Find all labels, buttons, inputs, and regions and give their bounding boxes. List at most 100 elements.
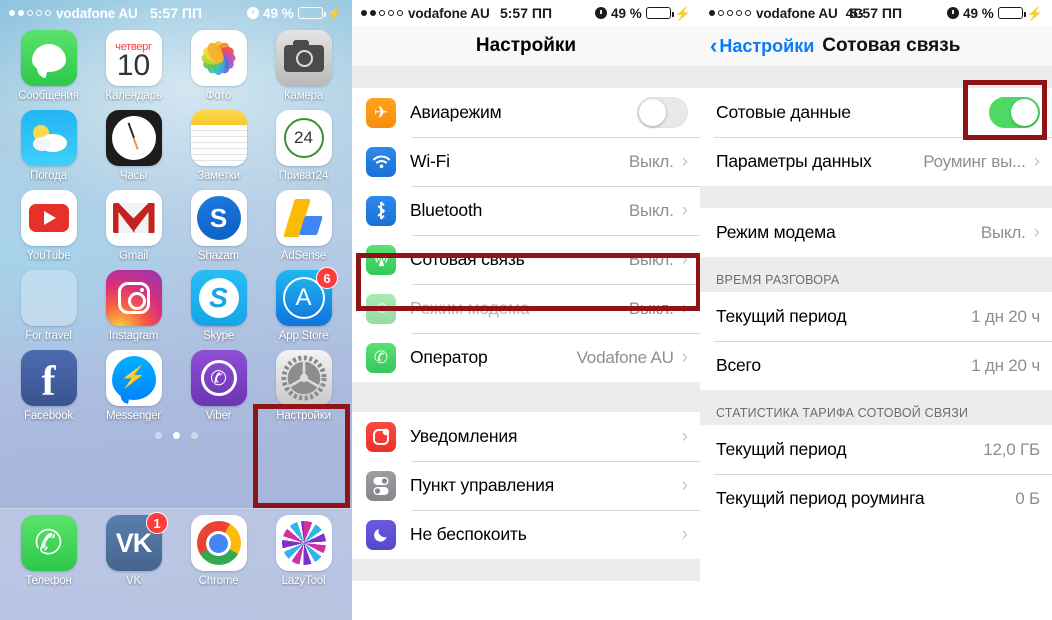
- app-label: Messenger: [105, 410, 162, 422]
- row-label: Оператор: [410, 347, 488, 367]
- app-settings[interactable]: Настройки: [261, 350, 346, 430]
- app-label: Часы: [119, 170, 148, 182]
- settings-row-notifications[interactable]: Уведомления ›: [352, 412, 700, 461]
- chevron-right-icon: ›: [681, 475, 688, 496]
- airplane-mode-toggle[interactable]: [637, 97, 688, 128]
- app-label: Настройки: [276, 410, 331, 422]
- chrome-icon: [190, 515, 247, 571]
- wifi-icon: [366, 146, 396, 177]
- cellular-group-call-time: Текущий период 1 дн 20 ч Всего 1 дн 20 ч: [700, 292, 1052, 390]
- calendar-day: 10: [116, 48, 151, 82]
- app-label: For travel: [25, 330, 72, 342]
- app-skype[interactable]: S Skype: [176, 270, 261, 350]
- app-phone[interactable]: ✆ Телефон: [6, 515, 91, 595]
- app-adsense[interactable]: AdSense: [261, 190, 346, 270]
- app-youtube[interactable]: YouTube: [6, 190, 91, 270]
- app-clock[interactable]: Часы: [91, 110, 176, 190]
- alarm-icon: [247, 7, 260, 19]
- settings-row-control-center[interactable]: Пункт управления ›: [352, 461, 700, 510]
- cellular-row-personal-hotspot[interactable]: Режим модема Выкл. ›: [700, 208, 1052, 257]
- app-vk[interactable]: 1 VK VK: [91, 512, 176, 595]
- app-gmail[interactable]: Gmail: [91, 190, 176, 270]
- settings-row-wifi[interactable]: Wi-Fi Выкл. ›: [352, 137, 700, 186]
- section-header-call-time: ВРЕМЯ РАЗГОВОРА: [700, 257, 1052, 292]
- app-label: Skype: [203, 330, 234, 342]
- badge-count: 6: [316, 267, 338, 289]
- status-bar-settings: vodafone AU 5:57 ПП 49 % ⚡: [352, 0, 700, 26]
- status-bar-right: 49 % ⚡: [247, 6, 343, 21]
- settings-row-cellular[interactable]: Сотовая связь Выкл. ›: [352, 235, 700, 284]
- carrier-label: vodafone AU: [408, 5, 490, 21]
- app-facebook[interactable]: f Facebook: [6, 350, 91, 430]
- chevron-right-icon: ›: [681, 426, 688, 447]
- back-chevron-icon[interactable]: ‹: [710, 35, 717, 57]
- app-lazytool[interactable]: LazyTool: [261, 515, 346, 595]
- badge-count: 1: [146, 512, 168, 534]
- app-photos[interactable]: Фото: [176, 30, 261, 110]
- battery-percent-label: 49 %: [611, 5, 642, 21]
- lazytool-icon: [275, 515, 332, 571]
- list-gap: [700, 186, 1052, 208]
- app-row: Погода Часы Заметки 24 Приват24: [6, 110, 346, 190]
- app-chrome[interactable]: Chrome: [176, 515, 261, 595]
- messenger-icon: ⚡: [105, 350, 162, 406]
- settings-row-personal-hotspot[interactable]: Режим модема Выкл. ›: [352, 284, 700, 333]
- settings-row-bluetooth[interactable]: Bluetooth Выкл. ›: [352, 186, 700, 235]
- cellular-row-data-options[interactable]: Параметры данных Роуминг вы... ›: [700, 137, 1052, 186]
- shazam-icon: S: [190, 190, 247, 246]
- home-screen-panel: vodafone AU 5:57 ПП 49 % ⚡ Сообщения чет…: [0, 0, 352, 620]
- calendar-icon: четверг 10: [105, 30, 162, 86]
- settings-row-do-not-disturb[interactable]: Не беспокоить ›: [352, 510, 700, 559]
- settings-gear-icon: [275, 350, 332, 406]
- app-label: Facebook: [24, 410, 73, 422]
- app-label: Сообщения: [18, 90, 79, 102]
- row-label: Режим модема: [716, 222, 836, 242]
- charging-bolt-icon: ⚡: [1026, 5, 1043, 21]
- row-label: Сотовые данные: [716, 102, 851, 122]
- vk-glyph: VK: [115, 527, 153, 558]
- app-privat24[interactable]: 24 Приват24: [261, 110, 346, 190]
- battery-icon: [997, 7, 1026, 19]
- app-messages[interactable]: Сообщения: [6, 30, 91, 110]
- photos-icon: [190, 30, 247, 86]
- settings-row-carrier[interactable]: ✆ Оператор Vodafone AU ›: [352, 333, 700, 382]
- app-calendar[interactable]: четверг 10 Календарь: [91, 30, 176, 110]
- notes-icon: [190, 110, 247, 166]
- app-messenger[interactable]: ⚡ Messenger: [91, 350, 176, 430]
- skype-icon: S: [190, 270, 247, 326]
- phone-icon: ✆: [20, 515, 77, 571]
- app-label: VK: [126, 575, 141, 587]
- settings-row-airplane-mode[interactable]: ✈ Авиарежим: [352, 88, 700, 137]
- chevron-right-icon: ›: [681, 347, 688, 368]
- app-notes[interactable]: Заметки: [176, 110, 261, 190]
- app-viber[interactable]: ✆ Viber: [176, 350, 261, 430]
- chevron-right-icon: ›: [1033, 151, 1040, 172]
- app-label: Chrome: [198, 575, 239, 587]
- app-label: Телефон: [25, 575, 72, 587]
- camera-icon: [275, 30, 332, 86]
- row-value: Выкл.: [628, 200, 674, 220]
- chevron-right-icon: ›: [681, 298, 688, 319]
- gmail-icon: [105, 190, 162, 246]
- signal-dots-icon: [9, 10, 51, 16]
- back-button[interactable]: Настройки: [719, 36, 814, 57]
- app-appstore[interactable]: 6 A App Store: [261, 267, 346, 350]
- app-instagram[interactable]: Instagram: [91, 270, 176, 350]
- list-gap: [352, 382, 700, 412]
- list-gap: [352, 559, 700, 581]
- chevron-right-icon: ›: [681, 249, 688, 270]
- chevron-right-icon: ›: [681, 151, 688, 172]
- app-label: Погода: [30, 170, 67, 182]
- row-value: Выкл.: [628, 249, 674, 269]
- app-folder-for-travel[interactable]: For travel: [6, 270, 91, 350]
- app-shazam[interactable]: S Shazam: [176, 190, 261, 270]
- row-label: Текущий период: [716, 439, 847, 459]
- app-weather[interactable]: Погода: [6, 110, 91, 190]
- cellular-row-cellular-data[interactable]: Сотовые данные: [700, 88, 1052, 137]
- app-label: Камера: [284, 90, 323, 102]
- row-value: 1 дн 20 ч: [971, 355, 1040, 375]
- app-camera[interactable]: Камера: [261, 30, 346, 110]
- cellular-data-toggle[interactable]: [989, 97, 1040, 128]
- row-value: Выкл.: [980, 222, 1026, 242]
- youtube-icon: [20, 190, 77, 246]
